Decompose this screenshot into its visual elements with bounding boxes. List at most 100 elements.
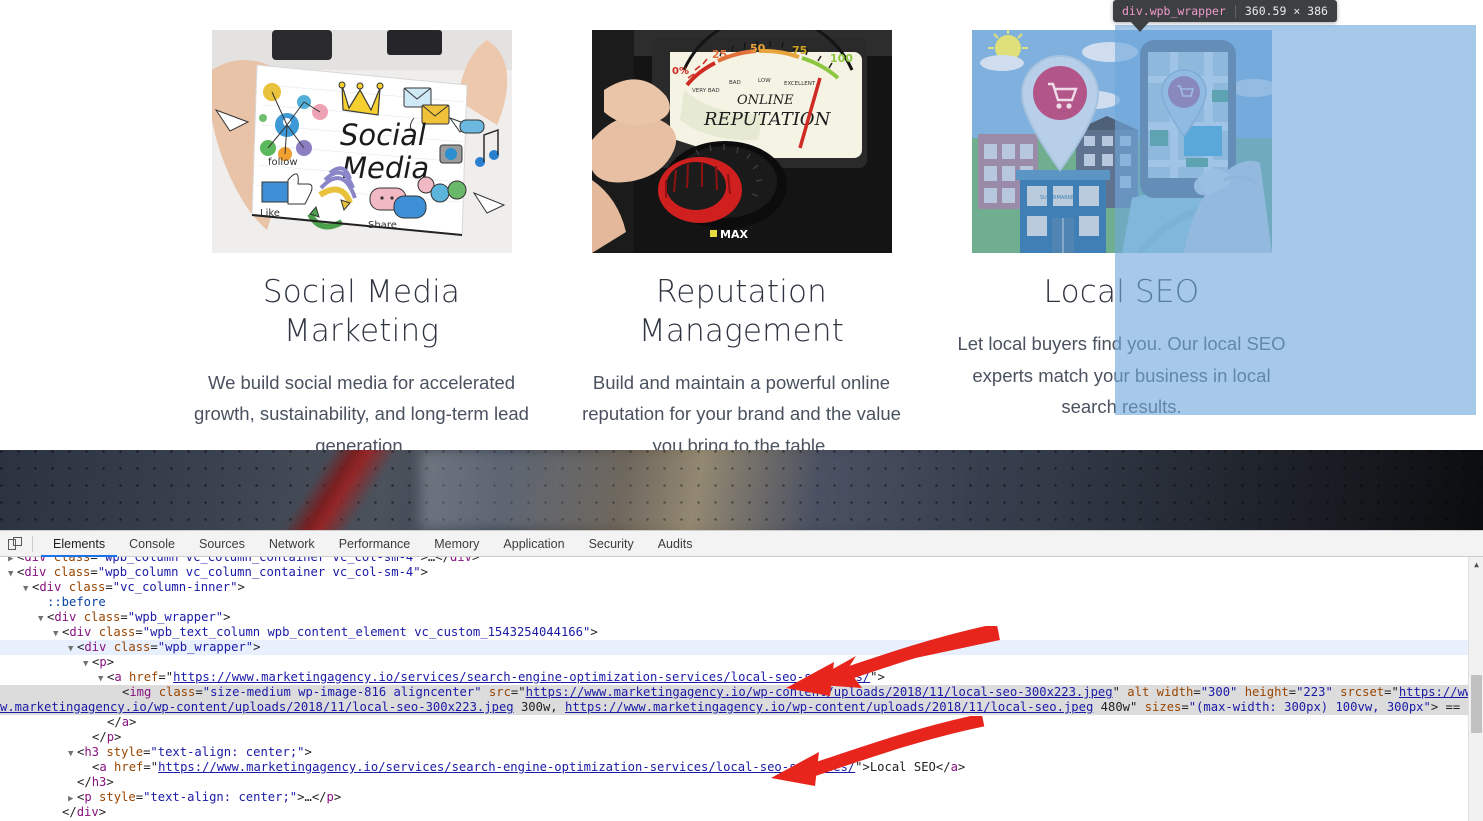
dom-attribute-link[interactable]: https://www.marketingagency.io/services/… bbox=[158, 760, 855, 774]
dom-node-row[interactable]: ▼<div class="wpb_wrapper"> bbox=[0, 610, 1483, 625]
dom-attribute-value: "wpb_wrapper" bbox=[158, 640, 253, 654]
devtools-tab-memory[interactable]: Memory bbox=[422, 531, 491, 557]
dom-text: " bbox=[166, 670, 173, 684]
dom-text: = bbox=[90, 565, 97, 579]
hero-image-strip bbox=[0, 450, 1483, 530]
dom-tag-name: div bbox=[24, 565, 46, 579]
service-card-title[interactable]: Social Media Marketing bbox=[182, 273, 542, 351]
dom-text: =" bbox=[511, 685, 526, 699]
dom-text: " bbox=[1113, 685, 1120, 699]
dom-attribute-link[interactable]: https://www.marketingagency.io/wp-conten… bbox=[565, 700, 1093, 714]
dom-attribute-value: "300" bbox=[1201, 685, 1238, 699]
dom-node-row[interactable]: </h3> bbox=[0, 775, 1483, 790]
dom-text: = bbox=[120, 610, 127, 624]
dom-tag-name: div bbox=[450, 557, 472, 564]
dom-node-row[interactable]: <img class="size-medium wp-image-816 ali… bbox=[0, 685, 1483, 715]
dom-text bbox=[46, 557, 53, 564]
svg-text:25: 25 bbox=[712, 48, 727, 61]
devtools-tab-audits[interactable]: Audits bbox=[646, 531, 705, 557]
svg-text:Social: Social bbox=[340, 118, 426, 152]
dom-text: "> bbox=[855, 760, 870, 774]
dom-attribute-name: alt bbox=[1127, 685, 1149, 699]
dom-text: > bbox=[305, 745, 312, 759]
svg-text:50: 50 bbox=[750, 42, 766, 55]
online-reputation-dial-photo[interactable]: 0% 25 50 75 100 VERY BAD BAD LOW EXCELLE… bbox=[592, 30, 892, 253]
dom-tree-view[interactable]: ▶<div class="wpb_column vc_column_contai… bbox=[0, 557, 1483, 821]
tooltip-divider bbox=[1235, 5, 1236, 18]
service-card-reputation[interactable]: 0% 25 50 75 100 VERY BAD BAD LOW EXCELLE… bbox=[562, 0, 922, 450]
dom-node-row[interactable]: ▼<div class="wpb_column vc_column_contai… bbox=[0, 565, 1483, 580]
tooltip-selector: div.wpb_wrapper bbox=[1122, 4, 1226, 18]
dom-node-row[interactable]: ▶<p style="text-align: center;">…</p> bbox=[0, 790, 1483, 805]
dom-tag-name: a bbox=[951, 760, 958, 774]
dom-node-row[interactable]: </a> bbox=[0, 715, 1483, 730]
social-media-doodle-photo[interactable]: Social Media follow Like Share bbox=[212, 30, 512, 253]
local-seo-illustration[interactable]: SUPERMARKET bbox=[972, 30, 1272, 253]
devtools-tab-security[interactable]: Security bbox=[577, 531, 646, 557]
dom-text bbox=[1149, 685, 1156, 699]
dom-text: >…</ bbox=[421, 557, 450, 564]
dom-text: > bbox=[421, 565, 428, 579]
dom-attribute-name: src bbox=[489, 685, 511, 699]
dom-node-row[interactable]: ▼<div class="vc_column-inner"> bbox=[0, 580, 1483, 595]
dom-text: = bbox=[90, 557, 97, 564]
dom-text: =" bbox=[1384, 685, 1399, 699]
svg-text:100: 100 bbox=[830, 52, 853, 65]
dom-node-row[interactable]: ▼<a href="https://www.marketingagency.io… bbox=[0, 670, 1483, 685]
service-card-body: Let local buyers find you. Our local SEO… bbox=[954, 328, 1290, 423]
dom-attribute-name: width bbox=[1157, 685, 1194, 699]
dom-node-row[interactable]: <a href="https://www.marketingagency.io/… bbox=[0, 760, 1483, 775]
dom-tag-name: a bbox=[114, 670, 121, 684]
device-toolbar-icon[interactable] bbox=[4, 535, 26, 553]
devtools-tab-sources[interactable]: Sources bbox=[187, 531, 257, 557]
dom-attribute-link[interactable]: https://www.marketingagency.io/services/… bbox=[173, 670, 870, 684]
devtools-tab-network[interactable]: Network bbox=[257, 531, 327, 557]
dom-node-row[interactable]: </div> bbox=[0, 805, 1483, 820]
dom-node-row[interactable]: ▼<div class="wpb_wrapper"> bbox=[0, 640, 1483, 655]
dom-text: = bbox=[195, 685, 202, 699]
dom-attribute-name: href bbox=[129, 670, 158, 684]
service-card-title[interactable]: Local SEO bbox=[942, 273, 1302, 312]
service-card-title[interactable]: Reputation Management bbox=[562, 273, 922, 351]
element-inspector-tooltip: div.wpb_wrapper 360.59 × 386 bbox=[1113, 0, 1337, 22]
dom-text: </ bbox=[936, 760, 951, 774]
dom-node-row[interactable]: ▼<div class="wpb_text_column wpb_content… bbox=[0, 625, 1483, 640]
devtools-tab-application[interactable]: Application bbox=[491, 531, 576, 557]
dom-attribute-link[interactable]: https://www.marketingagency.io/wp-conten… bbox=[526, 685, 1113, 699]
service-card-local-seo[interactable]: SUPERMARKET bbox=[942, 0, 1302, 450]
dom-node-row[interactable]: ::before bbox=[0, 595, 1483, 610]
dom-attribute-value: "text-align: center;" bbox=[143, 790, 297, 804]
devtools-tab-bar: ElementsConsoleSourcesNetworkPerformance… bbox=[41, 531, 704, 557]
dom-text: > bbox=[106, 775, 113, 789]
dom-tag-name: div bbox=[39, 580, 61, 594]
dom-tag-name: a bbox=[122, 715, 129, 729]
dom-tag-name: h3 bbox=[84, 745, 99, 759]
dom-attribute-name: height bbox=[1245, 685, 1289, 699]
dom-text: 300w, bbox=[514, 700, 565, 714]
dom-tree-scrollbar[interactable]: ▲ bbox=[1468, 557, 1483, 821]
scrollbar-thumb[interactable] bbox=[1471, 675, 1482, 733]
dom-node-row[interactable]: ▼<p> bbox=[0, 655, 1483, 670]
dom-attribute-value: "size-medium wp-image-816 aligncenter" bbox=[203, 685, 482, 699]
dom-text: > bbox=[114, 730, 121, 744]
dom-attribute-name: class bbox=[54, 565, 91, 579]
dom-attribute-value: "223" bbox=[1296, 685, 1333, 699]
svg-text:BAD: BAD bbox=[729, 80, 741, 86]
service-card-social-media[interactable]: Social Media follow Like Share bbox=[182, 0, 542, 450]
scroll-up-arrow-icon[interactable]: ▲ bbox=[1469, 557, 1483, 572]
dom-node-row[interactable]: </p> bbox=[0, 730, 1483, 745]
dom-text: > bbox=[237, 580, 244, 594]
dom-tag-name: div bbox=[84, 640, 106, 654]
dom-node-row[interactable]: ▼<h3 style="text-align: center;"> bbox=[0, 745, 1483, 760]
devtools-tab-performance[interactable]: Performance bbox=[327, 531, 423, 557]
dom-text: "> bbox=[870, 670, 885, 684]
dom-tag-name: div bbox=[77, 805, 99, 819]
dom-attribute-value: "wpb_text_column wpb_content_element vc_… bbox=[143, 625, 591, 639]
dom-text: = bbox=[1193, 685, 1200, 699]
devtools-tab-elements[interactable]: Elements bbox=[41, 531, 117, 557]
devtools-tab-console[interactable]: Console bbox=[117, 531, 187, 557]
toolbar-separator bbox=[32, 536, 33, 552]
dom-node-row[interactable]: ▶<div class="wpb_column vc_column_contai… bbox=[0, 557, 1483, 565]
dom-text: = bbox=[158, 670, 165, 684]
dom-tag-name: p bbox=[84, 790, 91, 804]
